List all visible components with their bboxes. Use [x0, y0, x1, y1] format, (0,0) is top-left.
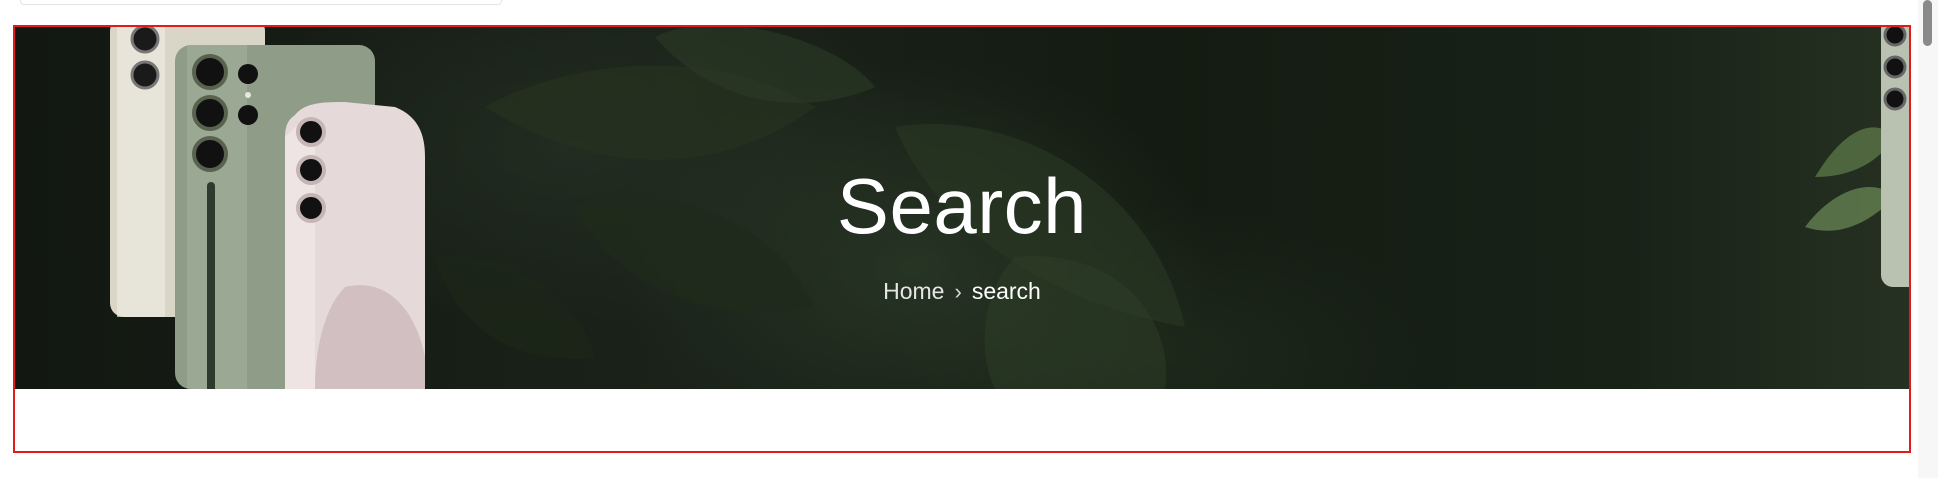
scrollbar-thumb[interactable] — [1923, 0, 1932, 46]
page: Search Home › search — [0, 0, 1938, 478]
selection-outline — [13, 25, 1911, 453]
page-scrollbar[interactable] — [1918, 0, 1938, 478]
search-field-edge[interactable] — [20, 0, 502, 5]
